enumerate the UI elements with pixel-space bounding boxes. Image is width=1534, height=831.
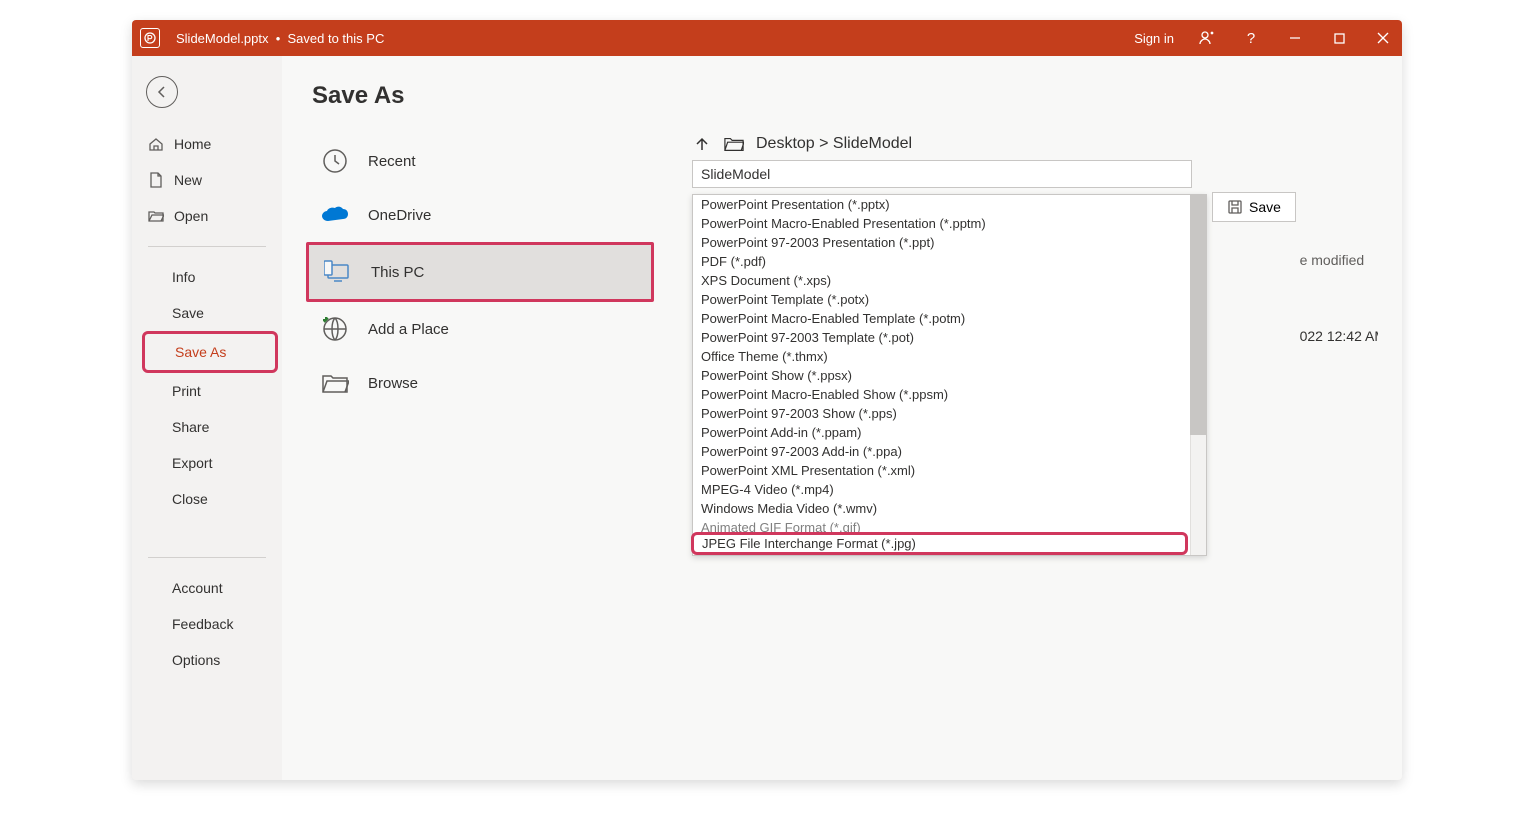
sidebar-new[interactable]: New bbox=[132, 162, 282, 198]
location-add-place[interactable]: Add a Place bbox=[306, 302, 656, 356]
date-modified-column: e modified 022 12:42 AM bbox=[1300, 252, 1378, 344]
filetype-option[interactable]: Office Theme (*.thmx) bbox=[693, 347, 1206, 366]
sidebar-close[interactable]: Close bbox=[132, 481, 282, 517]
save-icon bbox=[1227, 199, 1243, 215]
breadcrumb: Desktop > SlideModel bbox=[692, 134, 1378, 154]
filetype-option[interactable]: PowerPoint Show (*.ppsx) bbox=[693, 366, 1206, 385]
open-icon bbox=[148, 208, 164, 224]
filetype-option[interactable]: XPS Document (*.xps) bbox=[693, 271, 1206, 290]
breadcrumb-text[interactable]: Desktop > SlideModel bbox=[756, 135, 912, 153]
account-manager-icon[interactable] bbox=[1196, 27, 1218, 49]
location-this-pc[interactable]: This PC bbox=[306, 242, 654, 302]
filetype-option[interactable]: MPEG-4 Video (*.mp4) bbox=[693, 480, 1206, 499]
sidebar-account[interactable]: Account bbox=[132, 570, 282, 606]
app-window: SlideModel.pptx • Saved to this PC Sign … bbox=[132, 20, 1402, 780]
powerpoint-icon bbox=[140, 28, 160, 48]
clock-icon bbox=[320, 146, 350, 176]
close-icon[interactable] bbox=[1372, 27, 1394, 49]
filetype-option[interactable]: PowerPoint 97-2003 Template (*.pot) bbox=[693, 328, 1206, 347]
filetype-option[interactable]: PowerPoint Macro-Enabled Presentation (*… bbox=[693, 214, 1206, 233]
sidebar-export[interactable]: Export bbox=[132, 445, 282, 481]
date-modified-header: e modified bbox=[1300, 252, 1378, 268]
save-locations: Recent OneDrive This PC Add a Place bbox=[306, 134, 656, 780]
filetype-option[interactable]: Animated GIF Format (*.gif) bbox=[693, 518, 1206, 532]
folder-open-icon[interactable] bbox=[724, 134, 744, 154]
sidebar-save-as[interactable]: Save As bbox=[142, 331, 278, 373]
filetype-option[interactable]: Windows Media Video (*.wmv) bbox=[693, 499, 1206, 518]
sidebar-print[interactable]: Print bbox=[132, 373, 282, 409]
date-modified-value: 022 12:42 AM bbox=[1300, 328, 1378, 344]
sidebar-feedback[interactable]: Feedback bbox=[132, 606, 282, 642]
help-icon[interactable]: ? bbox=[1240, 27, 1262, 49]
back-button[interactable] bbox=[146, 76, 178, 108]
filetype-option[interactable]: PDF (*.pdf) bbox=[693, 252, 1206, 271]
file-title: SlideModel.pptx • Saved to this PC bbox=[176, 31, 384, 46]
sidebar-options[interactable]: Options bbox=[132, 642, 282, 678]
location-recent[interactable]: Recent bbox=[306, 134, 656, 188]
filename-input[interactable] bbox=[692, 160, 1192, 188]
maximize-icon[interactable] bbox=[1328, 27, 1350, 49]
filetype-option[interactable]: PowerPoint Macro-Enabled Show (*.ppsm) bbox=[693, 385, 1206, 404]
minimize-icon[interactable] bbox=[1284, 27, 1306, 49]
up-arrow-icon[interactable] bbox=[692, 134, 712, 154]
filetype-option[interactable]: PowerPoint 97-2003 Show (*.pps) bbox=[693, 404, 1206, 423]
filetype-option[interactable]: PowerPoint 97-2003 Add-in (*.ppa) bbox=[693, 442, 1206, 461]
onedrive-icon bbox=[320, 200, 350, 230]
dropdown-scrollbar[interactable] bbox=[1190, 195, 1206, 555]
location-browse[interactable]: Browse bbox=[306, 356, 656, 410]
sidebar-open[interactable]: Open bbox=[132, 198, 282, 234]
main-panel: Save As Recent OneDrive This PC bbox=[282, 56, 1402, 780]
filetype-option[interactable]: PowerPoint XML Presentation (*.xml) bbox=[693, 461, 1206, 480]
filetype-option[interactable]: PowerPoint Macro-Enabled Template (*.pot… bbox=[693, 309, 1206, 328]
filetype-option[interactable]: PowerPoint Presentation (*.pptx) bbox=[693, 195, 1206, 214]
filetype-option[interactable]: PowerPoint Template (*.potx) bbox=[693, 290, 1206, 309]
location-onedrive[interactable]: OneDrive bbox=[306, 188, 656, 242]
backstage-sidebar: Home New Open Info Save Save As Print Sh… bbox=[132, 56, 282, 780]
file-type-dropdown-list: PowerPoint Presentation (*.pptx) PowerPo… bbox=[692, 194, 1207, 556]
sidebar-save[interactable]: Save bbox=[132, 295, 282, 331]
sidebar-home[interactable]: Home bbox=[132, 126, 282, 162]
save-details: Desktop > SlideModel PowerPoint Presenta… bbox=[692, 134, 1378, 780]
titlebar: SlideModel.pptx • Saved to this PC Sign … bbox=[132, 20, 1402, 56]
pc-icon bbox=[323, 257, 353, 287]
filetype-option[interactable]: PowerPoint Add-in (*.ppam) bbox=[693, 423, 1206, 442]
folder-icon bbox=[320, 368, 350, 398]
sign-in-link[interactable]: Sign in bbox=[1134, 31, 1174, 46]
filetype-option-jpeg[interactable]: JPEG File Interchange Format (*.jpg) bbox=[691, 532, 1188, 555]
home-icon bbox=[148, 136, 164, 152]
sidebar-info[interactable]: Info bbox=[132, 259, 282, 295]
sidebar-share[interactable]: Share bbox=[132, 409, 282, 445]
new-icon bbox=[148, 172, 164, 188]
add-place-icon bbox=[320, 314, 350, 344]
page-title: Save As bbox=[312, 82, 1378, 110]
window-controls: Sign in ? bbox=[1134, 27, 1394, 49]
save-button[interactable]: Save bbox=[1212, 192, 1296, 222]
filetype-option[interactable]: PowerPoint 97-2003 Presentation (*.ppt) bbox=[693, 233, 1206, 252]
